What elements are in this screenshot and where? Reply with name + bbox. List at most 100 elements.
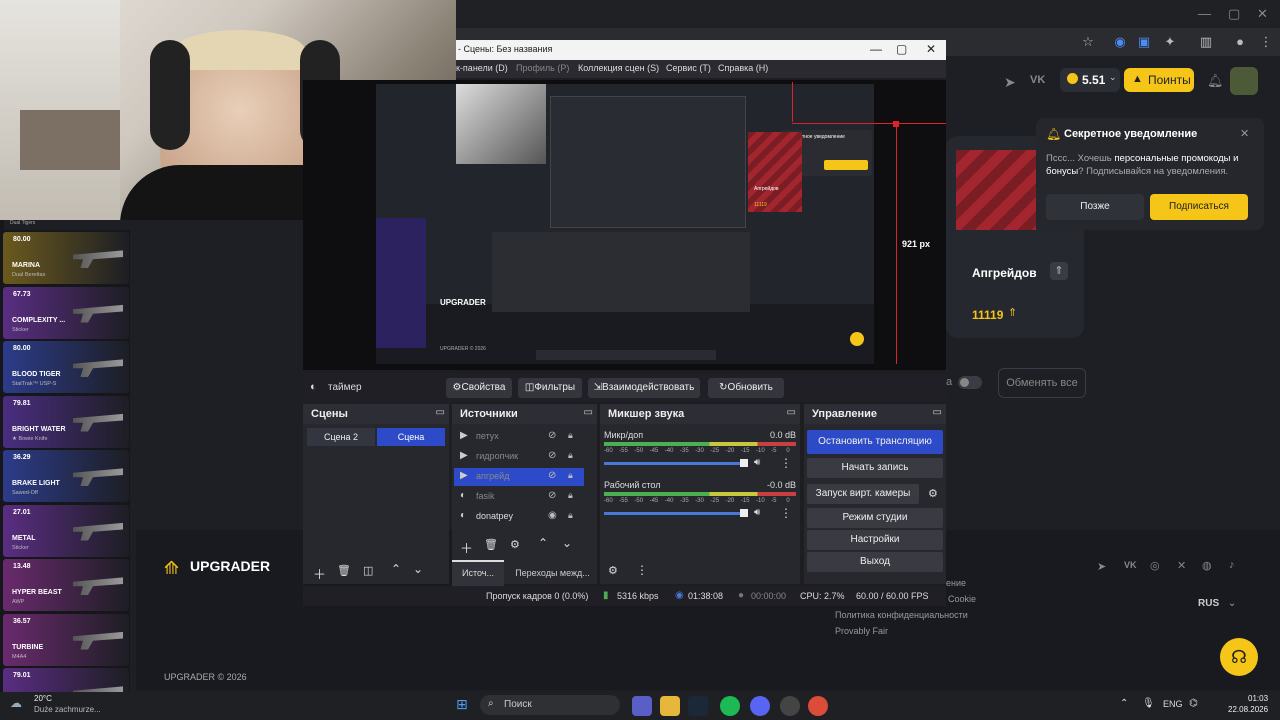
maximize-button[interactable]: ▢ [896,42,907,56]
weather-icon[interactable]: ☁ [10,696,22,710]
start-record-button[interactable]: Начать запись [807,458,943,478]
microphone-icon[interactable]: 🎙︎ [1142,698,1155,709]
chevron-up-icon[interactable]: ⌃ [1120,698,1128,709]
footer-link-cookie[interactable]: Cookie [948,594,976,604]
tab-transitions[interactable]: Переходы межд... [508,562,597,584]
lock-icon[interactable]: 🔒︎ [568,490,573,501]
dock-undock-icon[interactable]: ▭ [584,407,593,418]
eye-icon[interactable]: ◉ [548,510,557,521]
gear-icon[interactable]: ⚙ [928,487,938,500]
minimize-button[interactable]: — [1198,6,1211,21]
points-button[interactable]: ▲ Поинты [1124,68,1194,92]
eye-hidden-icon[interactable]: ⊘ [548,430,556,441]
dock-undock-icon[interactable]: ▭ [436,407,445,418]
chrome-icon[interactable] [808,696,828,716]
source-item[interactable]: ▶ гидропчик ⊘ 🔒︎ [454,448,584,466]
menu-dots-icon[interactable]: ⋮ [636,563,648,577]
menu-help[interactable]: Справка (H) [718,63,768,73]
teams-icon[interactable] [632,696,652,716]
toggle-switch[interactable] [958,376,982,389]
studio-mode-button[interactable]: Режим студии [807,508,943,528]
trash-icon[interactable]: 🗑︎ [337,564,351,577]
menu-dots-icon[interactable]: ⋮ [780,506,792,520]
chevron-down-icon[interactable]: ⌄ [562,536,572,550]
chevron-up-icon[interactable]: ⌃ [538,536,548,550]
gear-icon[interactable]: ⚙ [510,538,520,551]
filters-button[interactable]: ◫Фильтры [518,378,582,398]
lock-icon[interactable]: 🔒︎ [568,470,573,481]
tab-sources[interactable]: Источ... [452,560,504,586]
add-icon[interactable]: ＋ [460,538,473,557]
subscribe-button[interactable]: Подписаться [1150,194,1248,220]
speaker-icon[interactable]: 🔊︎ [754,457,760,468]
instagram-icon[interactable]: ◎ [1150,559,1160,572]
gear-icon[interactable]: ⚙ [608,564,618,577]
volume-slider[interactable] [604,462,748,465]
skin-card[interactable]: 13.48 HYPER BEAST AWP [3,559,129,611]
footer-link-terms[interactable]: ение [946,578,966,588]
skin-card[interactable]: 80.00 MARINA Dual Berettas [3,232,129,284]
menu-dots-icon[interactable]: ⋮ [780,456,792,470]
lock-icon[interactable]: 🔒︎ [568,510,573,521]
skin-card[interactable]: 27.01 METAL Sticker [3,504,129,557]
file-explorer-icon[interactable] [660,696,680,716]
vk-icon[interactable]: VK [1124,560,1137,570]
taskbar-search[interactable]: ⌕ Поиск [480,695,620,715]
eye-hidden-icon[interactable]: ⊘ [548,450,556,461]
eye-hidden-icon[interactable]: ⊘ [548,490,556,501]
telegram-icon[interactable]: ➤ [1004,74,1016,91]
input-language[interactable]: ENG [1163,699,1183,709]
dock-undock-icon[interactable]: ▭ [787,407,796,418]
later-button[interactable]: Позже [1046,194,1144,220]
skin-card[interactable]: 36.57 TURBINE M4A4 [3,613,129,666]
vk-icon[interactable]: VK [1030,74,1045,86]
footer-link-provably-fair[interactable]: Provably Fair [835,626,888,636]
refresh-button[interactable]: ↻Обновить [708,378,784,398]
skin-card[interactable]: 36.29 BRAKE LIGHT Sawed-Off [3,450,129,502]
network-icon[interactable]: ⌬ [1189,698,1198,709]
volume-slider[interactable] [604,512,748,515]
maximize-button[interactable]: ▢ [1228,6,1240,22]
x-icon[interactable]: ✕ [1177,559,1186,572]
lock-icon[interactable]: 🔒︎ [568,430,573,441]
extensions-puzzle-icon[interactable]: ✦ [1162,34,1178,50]
bookmark-star-icon[interactable]: ☆ [1080,34,1096,50]
interact-button[interactable]: ⇲Взаимодействовать [588,378,700,398]
menu-dots-icon[interactable]: ⋮ [1258,34,1274,50]
scene-item-selected[interactable]: Сцена [377,428,445,446]
close-icon[interactable]: ✕ [1240,127,1249,140]
source-item[interactable]: ◐ donatpey ◉ 🔒︎ [454,508,584,526]
slider-handle[interactable] [740,459,748,467]
language-select[interactable]: RUS ⌄ [1198,594,1250,614]
settings-button[interactable]: Настройки [807,530,943,550]
close-button[interactable]: ✕ [1257,6,1268,22]
speaker-icon[interactable]: 🔊︎ [754,507,760,518]
menu-tools[interactable]: Сервис (T) [666,63,711,73]
bell-icon[interactable]: 🔔︎ [1207,73,1224,89]
extension-icon[interactable]: ▣ [1136,34,1152,50]
spotify-icon[interactable] [720,696,740,716]
obs-icon[interactable] [780,696,800,716]
source-item[interactable]: ▶ петух ⊘ 🔒︎ [454,428,584,446]
extension-icon[interactable]: ◉ [1112,34,1128,50]
sidebar-icon[interactable]: ▥ [1198,34,1214,50]
menu-scene-collection[interactable]: Коллекция сцен (S) [578,63,659,73]
support-chat-button[interactable]: ☊ [1220,638,1258,676]
replace-all-button[interactable]: Обменять все [998,368,1086,398]
discord-icon[interactable] [750,696,770,716]
balance-widget[interactable]: 5.51 ⌄ [1060,68,1120,92]
close-button[interactable]: ✕ [926,42,936,56]
slider-handle[interactable] [740,509,748,517]
steam-icon[interactable] [688,696,708,716]
menu-docks[interactable]: к-панели (D) [456,63,508,73]
skin-card[interactable]: 67.73 COMPLEXITY ... Sticker [3,286,129,339]
tiktok-icon[interactable]: ♪ [1229,559,1235,571]
footer-link-privacy[interactable]: Политика конфиденциальности [835,610,968,620]
windows-start-icon[interactable]: ⊞ [456,696,468,713]
filter-icon[interactable]: ◫ [363,564,373,577]
scene-item[interactable]: Сцена 2 [307,428,375,446]
lock-icon[interactable]: 🔒︎ [568,450,573,461]
virtual-camera-button[interactable]: Запуск вирт. камеры [807,484,919,504]
dock-undock-icon[interactable]: ▭ [933,407,942,418]
discord-icon[interactable]: ◍ [1202,559,1212,572]
